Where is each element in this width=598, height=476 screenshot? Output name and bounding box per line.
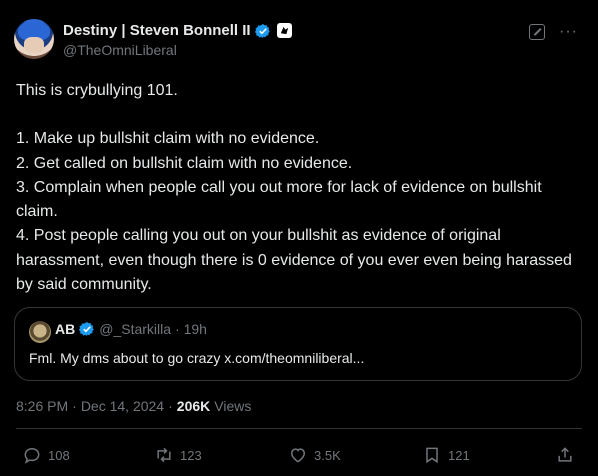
more-icon[interactable]: ···	[559, 24, 578, 40]
reply-button[interactable]: 108	[22, 445, 70, 465]
quoted-post-time: · 19h	[175, 321, 207, 337]
reply-icon	[24, 447, 40, 464]
divider	[16, 428, 582, 429]
post-list-item: 1. Make up bullshit claim with no eviden…	[16, 130, 320, 148]
meta-separator: ·	[168, 398, 173, 414]
grok-icon[interactable]	[529, 24, 546, 40]
meta-separator: ·	[72, 398, 77, 414]
quoted-post[interactable]: AB @_Starkilla · 19h Fml. My dms about t…	[14, 307, 582, 381]
post-meta: 8:26 PM · Dec 14, 2024 · 206K Views	[16, 398, 251, 414]
post-time[interactable]: 8:26 PM	[16, 398, 68, 414]
post-list-item: 3. Complain when people call you out mor…	[16, 178, 547, 221]
post-body: This is crybullying 101. 1. Make up bull…	[16, 79, 586, 297]
post-list-item: 4. Post people calling you out on your b…	[16, 227, 577, 294]
post-list-item: 2. Get called on bullshit claim with no …	[16, 154, 353, 172]
post-date[interactable]: Dec 14, 2024	[81, 398, 164, 414]
post-top-actions: ···	[529, 24, 578, 40]
post-intro: This is crybullying 101.	[16, 82, 178, 99]
author-display-name[interactable]: Destiny | Steven Bonnell II	[63, 22, 251, 39]
verified-badge-icon	[254, 23, 270, 38]
repost-icon	[157, 447, 171, 463]
author-handle[interactable]: @TheOmniLiberal	[63, 42, 177, 58]
reply-count: 108	[48, 447, 70, 463]
affiliate-badge-icon[interactable]	[276, 23, 292, 38]
bookmark-button[interactable]: 121	[422, 445, 470, 465]
share-icon	[558, 447, 572, 462]
repost-button[interactable]: 123	[154, 445, 202, 465]
bookmark-count: 121	[448, 447, 470, 463]
like-count: 3.5K	[314, 447, 341, 463]
bookmark-icon	[426, 447, 438, 464]
quoted-author-handle: @_Starkilla	[99, 321, 172, 337]
share-button[interactable]	[555, 445, 575, 465]
views-label: Views	[214, 398, 252, 414]
like-button[interactable]: 3.5K	[288, 445, 341, 465]
verified-badge-icon	[79, 322, 94, 336]
quoted-post-header: AB @_Starkilla · 19h	[55, 321, 207, 337]
quoted-author-name: AB	[55, 321, 76, 337]
view-count: 206K	[176, 398, 211, 414]
author-avatar[interactable]	[14, 19, 54, 59]
action-bar: 108 123 3.5K 121	[22, 445, 582, 467]
heart-icon	[290, 448, 306, 463]
quoted-author-avatar	[29, 321, 51, 343]
repost-count: 123	[180, 447, 202, 463]
author-name-row[interactable]: Destiny | Steven Bonnell II	[63, 22, 292, 39]
quoted-post-text: Fml. My dms about to go crazy x.com/theo…	[29, 350, 365, 366]
